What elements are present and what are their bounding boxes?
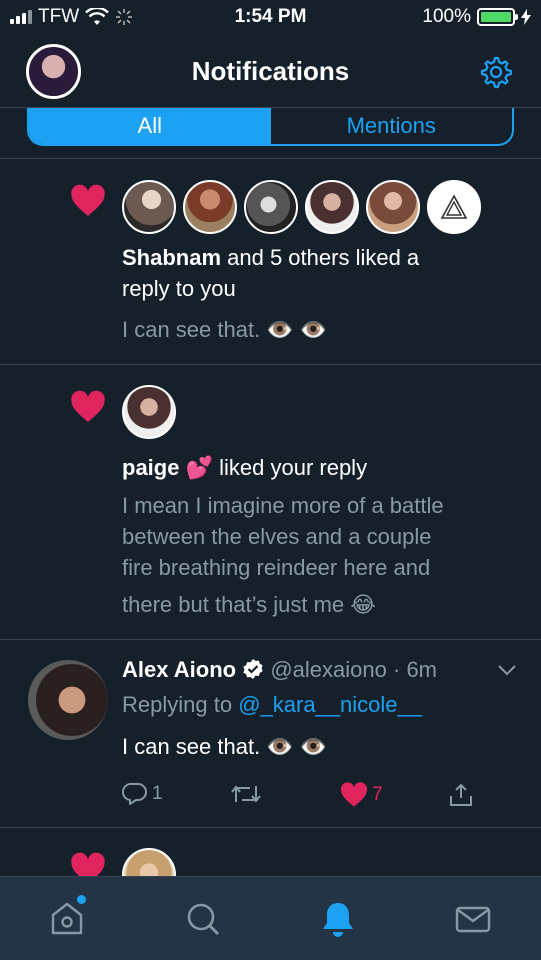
charging-bolt-icon — [521, 9, 531, 25]
home-icon[interactable] — [47, 899, 87, 939]
actor-emoji: 💕 — [185, 455, 213, 480]
replying-to-link[interactable]: @_kara__nicole__ — [238, 692, 422, 717]
battery-icon — [477, 8, 518, 26]
retweet-icon — [231, 785, 261, 803]
share-icon — [450, 783, 472, 806]
tweet-author-name[interactable]: Alex Aiono — [122, 657, 236, 682]
reply-count: 1 — [152, 783, 163, 804]
triangle-logo-icon — [440, 194, 468, 219]
tweet-handle[interactable]: @alexaiono — [270, 657, 387, 682]
bottom-tab-bar — [0, 876, 541, 960]
notification-action: liked your reply — [213, 455, 368, 480]
battery-info: 100% — [422, 6, 531, 28]
gear-icon[interactable] — [477, 54, 513, 90]
reply-icon — [122, 782, 147, 805]
tab-mentions[interactable]: Mentions — [271, 108, 513, 144]
divider — [0, 158, 541, 159]
actor-name[interactable]: paige — [122, 455, 179, 480]
notification-text: paige 💕 liked your reply — [122, 452, 367, 483]
tweet-text: I can see that. 👁️ 👁️ — [122, 734, 328, 759]
preview-line: there but that’s just me 😂 — [122, 592, 376, 617]
avatar[interactable] — [183, 180, 237, 234]
reply-button[interactable]: 1 — [122, 782, 163, 806]
header: Notifications — [0, 34, 541, 108]
notification-action: and 5 others liked a — [221, 245, 420, 270]
preview-line: I mean I imagine more of a battle — [122, 493, 444, 518]
divider — [0, 827, 541, 828]
replying-to: Replying to @_kara__nicole__ — [122, 689, 422, 720]
tweet-header: Alex Aiono @alexaiono · 6m — [122, 654, 437, 685]
chevron-down-icon[interactable] — [497, 663, 517, 677]
notification-text: Shabnam and 5 others liked a reply to yo… — [122, 242, 502, 304]
battery-percent: 100% — [422, 6, 471, 27]
divider — [0, 364, 541, 365]
verified-badge-icon — [243, 659, 263, 679]
tab-all[interactable]: All — [29, 108, 271, 144]
retweet-button[interactable] — [230, 782, 262, 806]
actor-name[interactable]: Shabnam — [122, 245, 221, 270]
page-title: Notifications — [191, 56, 350, 86]
divider — [0, 639, 541, 640]
notifications-icon[interactable] — [318, 899, 358, 939]
replying-prefix: Replying to — [122, 692, 239, 717]
status-bar: TFW 1:54 PM 100% — [0, 0, 541, 34]
avatar[interactable] — [366, 180, 420, 234]
heart-icon — [71, 184, 105, 216]
preview-line: fire breathing reindeer here and — [122, 555, 431, 580]
share-button[interactable] — [448, 782, 474, 808]
heart-icon — [341, 782, 367, 807]
tweet-time: · 6m — [393, 657, 437, 682]
avatar[interactable] — [122, 180, 176, 234]
avatar[interactable] — [244, 180, 298, 234]
unread-dot — [77, 895, 86, 904]
avatar[interactable] — [427, 180, 481, 234]
reply-preview: I mean I imagine more of a battle betwee… — [122, 490, 444, 620]
search-icon[interactable] — [183, 899, 223, 939]
reply-preview: I can see that. 👁️ 👁️ — [122, 317, 328, 342]
notification-action-cont: reply to you — [122, 276, 236, 301]
tweet-actions: 1 7 — [122, 782, 482, 812]
heart-icon — [71, 390, 105, 422]
notification-tabs: All Mentions — [27, 108, 514, 146]
like-button[interactable]: 7 — [340, 782, 383, 808]
like-count: 7 — [372, 784, 383, 805]
tweet-author-avatar[interactable] — [28, 660, 108, 740]
avatar[interactable] — [305, 180, 359, 234]
avatar[interactable] — [122, 385, 176, 439]
messages-icon[interactable] — [453, 899, 493, 939]
preview-line: between the elves and a couple — [122, 524, 432, 549]
